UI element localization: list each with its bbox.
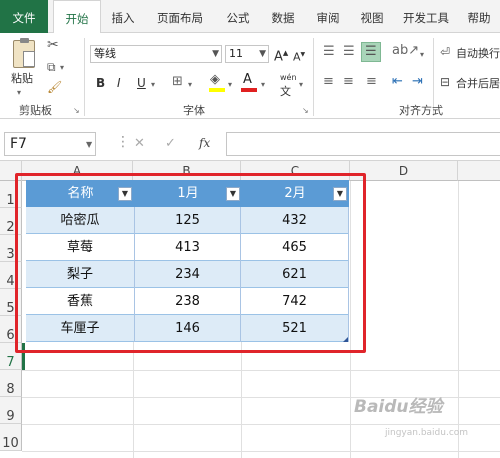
tab-insert[interactable]: 插入 [103, 0, 143, 33]
phonetic-dropdown-icon[interactable]: ▾ [299, 78, 303, 92]
font-group-label: 字体 [183, 104, 205, 117]
cancel-icon[interactable]: ✕ [134, 137, 145, 151]
gridline [458, 181, 459, 458]
merge-center-icon[interactable]: ⊟ [440, 75, 450, 89]
grow-font-icon[interactable]: A▲ [274, 46, 288, 64]
bold-button[interactable]: B [96, 76, 105, 90]
align-left-icon[interactable]: ≡ [323, 75, 334, 89]
tab-page-layout[interactable]: 页面布局 [148, 0, 212, 33]
fill-color-dropdown-icon[interactable]: ▾ [228, 78, 232, 92]
group-divider [313, 38, 314, 116]
baidu-watermark-logo: Baidu经验 [354, 397, 443, 417]
gridline [22, 370, 500, 371]
cut-icon[interactable]: ✂ [47, 38, 59, 52]
phonetic-icon[interactable]: wén 文 [280, 71, 297, 100]
fill-color-icon[interactable]: ◈ [210, 73, 220, 87]
tab-file[interactable]: 文件 [0, 0, 48, 33]
ribbon-tabs: 文件 开始 插入 页面布局 公式 数据 审阅 视图 开发工具 帮助 [0, 0, 500, 34]
align-middle-icon[interactable]: ☰ [343, 45, 355, 59]
clipboard-group-label: 剪贴板 [19, 104, 52, 117]
row-header[interactable]: 9 [0, 397, 22, 424]
paste-dropdown-icon[interactable]: ▾ [17, 86, 21, 100]
tab-data[interactable]: 数据 [263, 0, 303, 33]
wrap-text-icon[interactable]: ⏎ [440, 45, 450, 59]
align-center-icon[interactable]: ≡ [343, 75, 354, 89]
orientation-icon[interactable]: ab↗ [392, 44, 419, 58]
copy-dropdown-icon[interactable]: ▾ [60, 61, 64, 75]
gridline [22, 424, 500, 425]
column-header-e[interactable] [458, 161, 500, 181]
align-bottom-icon: ☰ [365, 44, 377, 59]
chevron-down-icon: ▼ [259, 49, 266, 59]
gridline [22, 451, 500, 452]
merge-center-button[interactable]: 合并后居 [456, 77, 500, 91]
highlight-box [15, 173, 366, 353]
font-size-value: 11 [229, 47, 243, 60]
baidu-watermark-url: jingyan.baidu.com [385, 428, 469, 438]
align-bottom-button[interactable]: ☰ [361, 42, 381, 62]
format-painter-icon[interactable]: 🖌 [47, 80, 62, 94]
tab-help[interactable]: 帮助 [458, 0, 500, 33]
font-launcher-icon[interactable]: ↘ [302, 104, 309, 118]
formula-bar: F7 ▼ ⋮ ✕ ✓ fx [0, 127, 500, 161]
name-box[interactable]: F7 [4, 132, 96, 156]
borders-dropdown-icon[interactable]: ▾ [188, 78, 192, 92]
namebox-dropdown-icon[interactable]: ▼ [86, 138, 92, 152]
alignment-group-label: 对齐方式 [399, 104, 443, 117]
font-name-combo[interactable]: 等线 ▼ [90, 45, 222, 63]
insert-function-icon[interactable]: fx [199, 136, 210, 150]
clipboard-launcher-icon[interactable]: ↘ [73, 104, 80, 118]
decrease-indent-icon[interactable]: ⇤ [392, 75, 403, 89]
enter-icon[interactable]: ✓ [165, 137, 176, 151]
increase-indent-icon[interactable]: ⇥ [412, 75, 423, 89]
underline-dropdown-icon[interactable]: ▾ [151, 78, 155, 92]
paste-button[interactable]: 粘贴 [11, 72, 33, 86]
row-header[interactable]: 8 [0, 370, 22, 397]
font-color-swatch [241, 88, 257, 92]
chevron-down-icon: ▼ [212, 49, 219, 59]
italic-button[interactable]: I [117, 76, 121, 90]
tab-home[interactable]: 开始 [53, 0, 101, 34]
tab-formulas[interactable]: 公式 [218, 0, 258, 33]
font-color-icon[interactable]: A [243, 73, 252, 87]
shrink-font-icon[interactable]: A▼ [293, 48, 305, 65]
group-divider [84, 38, 85, 116]
tab-view[interactable]: 视图 [352, 0, 392, 33]
copy-icon[interactable]: ⧉ [47, 60, 56, 74]
underline-button[interactable]: U [137, 76, 146, 90]
fill-color-swatch [209, 88, 225, 92]
font-size-combo[interactable]: 11 ▼ [225, 45, 269, 63]
align-top-icon[interactable]: ☰ [323, 45, 335, 59]
wrap-text-button[interactable]: 自动换行 [456, 47, 500, 61]
formula-bar-handle-icon[interactable]: ⋮ [116, 135, 130, 149]
column-header-d[interactable]: D [350, 161, 458, 181]
borders-icon[interactable]: ⊞ [172, 75, 183, 89]
tab-review[interactable]: 审阅 [308, 0, 348, 33]
paste-icon[interactable] [13, 38, 35, 68]
row-header[interactable]: 10 [0, 424, 22, 451]
align-right-icon[interactable]: ≡ [366, 75, 377, 89]
orientation-dropdown-icon[interactable]: ▾ [420, 48, 424, 62]
font-name-value: 等线 [94, 47, 116, 60]
tab-developer[interactable]: 开发工具 [398, 0, 454, 33]
formula-input[interactable] [226, 132, 500, 156]
font-color-dropdown-icon[interactable]: ▾ [261, 78, 265, 92]
